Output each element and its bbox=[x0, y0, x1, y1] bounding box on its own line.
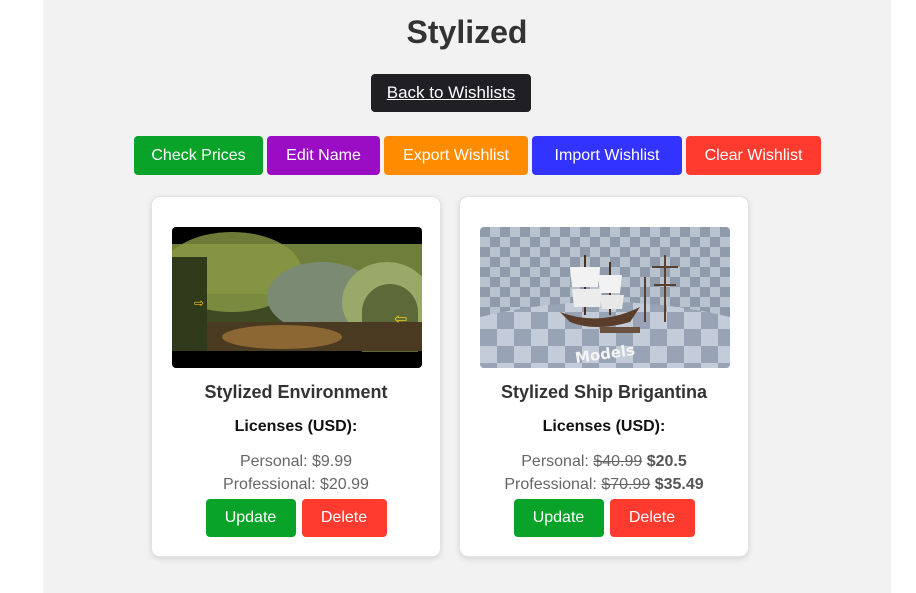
professional-price: $20.99 bbox=[320, 476, 369, 493]
personal-price-line: Personal: $40.99 $20.5 bbox=[460, 453, 748, 471]
svg-text:⇨: ⇨ bbox=[194, 296, 204, 310]
professional-old-price: $70.99 bbox=[601, 476, 651, 493]
professional-price-line: Professional: $70.99 $35.49 bbox=[460, 476, 748, 494]
card-actions: Update Delete bbox=[152, 499, 440, 537]
personal-label: Personal: bbox=[239, 453, 308, 470]
personal-label: Personal: bbox=[521, 453, 589, 470]
edit-name-button[interactable]: Edit Name bbox=[267, 136, 380, 175]
professional-sale-price: $35.49 bbox=[654, 476, 704, 493]
card-actions: Update Delete bbox=[460, 499, 748, 537]
clear-wishlist-button[interactable]: Clear Wishlist bbox=[686, 136, 821, 175]
licenses-heading: Licenses (USD): bbox=[542, 418, 666, 435]
delete-button[interactable]: Delete bbox=[609, 499, 695, 537]
personal-price: $9.99 bbox=[312, 453, 353, 470]
export-wishlist-button[interactable]: Export Wishlist bbox=[384, 136, 528, 175]
page-container: Stylized Back to Wishlists Check Prices … bbox=[43, 0, 891, 593]
professional-price-line: Professional: $20.99 bbox=[152, 476, 440, 494]
svg-text:⇦: ⇦ bbox=[394, 309, 407, 328]
professional-label: Professional: bbox=[504, 476, 597, 493]
professional-label: Professional: bbox=[223, 476, 316, 493]
wishlist-toolbar: Check Prices Edit Name Export Wishlist I… bbox=[134, 136, 821, 175]
personal-old-price: $40.99 bbox=[593, 453, 643, 470]
back-to-wishlists-button[interactable]: Back to Wishlists bbox=[371, 74, 531, 112]
import-wishlist-button[interactable]: Import Wishlist bbox=[532, 136, 682, 175]
update-button[interactable]: Update bbox=[205, 499, 296, 537]
update-button[interactable]: Update bbox=[513, 499, 604, 537]
product-card: ⇨ ⇦ Stylized Environment Licenses (USD):… bbox=[151, 196, 441, 557]
page-title: Stylized bbox=[406, 14, 528, 50]
check-prices-button[interactable]: Check Prices bbox=[134, 136, 263, 175]
product-thumbnail[interactable]: Models bbox=[480, 227, 730, 368]
product-card: Models Stylized Ship Brigantina Licenses… bbox=[459, 196, 749, 557]
personal-sale-price: $20.5 bbox=[646, 453, 687, 470]
licenses-heading: Licenses (USD): bbox=[234, 418, 358, 435]
delete-button[interactable]: Delete bbox=[301, 499, 387, 537]
personal-price-line: Personal: $9.99 bbox=[152, 453, 440, 471]
product-thumbnail[interactable]: ⇨ ⇦ bbox=[172, 227, 422, 368]
product-name: Stylized Environment bbox=[204, 382, 388, 402]
product-name: Stylized Ship Brigantina bbox=[500, 382, 708, 402]
